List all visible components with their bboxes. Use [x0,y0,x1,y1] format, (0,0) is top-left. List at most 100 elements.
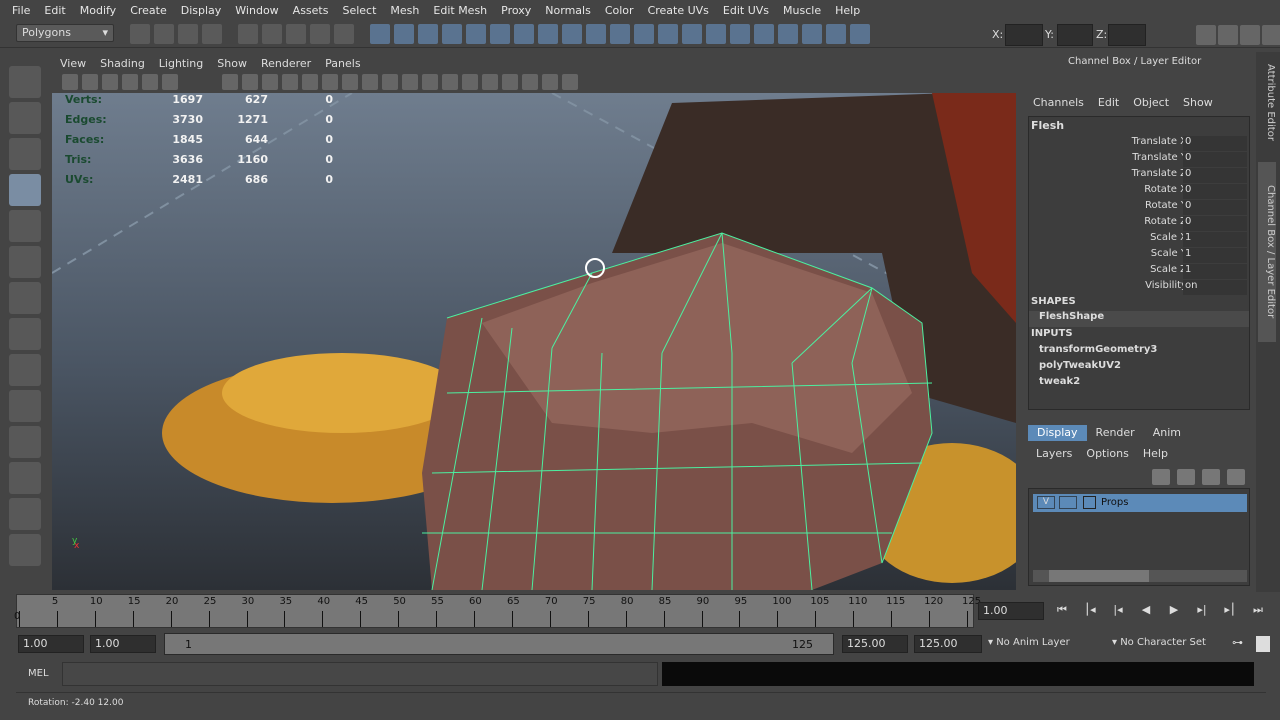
menu-assets[interactable]: Assets [293,4,329,17]
status-tool-icon[interactable] [442,24,462,44]
menu-display[interactable]: Display [181,4,222,17]
channel-attr-scale-z[interactable]: Scale Z1 [1029,264,1249,280]
select-tool-icon[interactable] [9,66,41,98]
x-field[interactable] [1005,24,1043,46]
menu-set-dropdown[interactable]: Polygons ▾ [16,24,114,42]
layout-outliner-icon[interactable] [9,498,41,530]
viewport[interactable]: xy Verts: 1697 627 0 Edges: 3730 1271 0 Faces: 18… [52,93,1016,590]
panel-menu-show[interactable]: Show [217,57,247,70]
panel-toolbar-icon[interactable] [302,74,318,90]
panel-toolbar-icon[interactable] [342,74,358,90]
panel-toolbar-icon[interactable] [442,74,458,90]
channel-attr-translate-y[interactable]: Translate Y0 [1029,152,1249,168]
panel-layout-icon[interactable] [1240,25,1260,45]
status-tool-icon[interactable] [514,24,534,44]
y-field[interactable] [1057,24,1093,46]
menu-normals[interactable]: Normals [545,4,591,17]
auto-key-icon[interactable]: ⊶ [1232,636,1243,649]
current-time-field[interactable]: 1.00 [978,602,1044,620]
status-tool-icon[interactable] [490,24,510,44]
status-tool-icon[interactable] [202,24,222,44]
panel-toolbar-icon[interactable] [122,74,138,90]
status-tool-icon[interactable] [370,24,390,44]
play-forward-icon[interactable]: ▶ [1165,603,1183,621]
command-language-label[interactable]: MEL [28,668,49,679]
menu-file[interactable]: File [12,4,30,17]
playback-start-field[interactable]: 1.00 [90,635,156,653]
panel-toolbar-icon[interactable] [142,74,158,90]
input-node[interactable]: transformGeometry3 [1039,344,1157,355]
attr-value[interactable]: 1 [1183,232,1247,247]
panel-toolbar-icon[interactable] [282,74,298,90]
show-manip-icon[interactable] [9,354,41,386]
attr-value[interactable]: 0 [1183,136,1247,151]
status-tool-icon[interactable] [238,24,258,44]
status-tool-icon[interactable] [562,24,582,44]
step-forward-key-icon[interactable]: ▸⎮ [1221,603,1239,621]
menu-edit-uvs[interactable]: Edit UVs [723,4,769,17]
status-tool-icon[interactable] [418,24,438,44]
play-backward-icon[interactable]: ◀ [1137,603,1155,621]
channel-menu-channels[interactable]: Channels [1033,96,1084,109]
menu-proxy[interactable]: Proxy [501,4,531,17]
status-tool-icon[interactable] [826,24,846,44]
status-tool-icon[interactable] [154,24,174,44]
menu-mesh[interactable]: Mesh [390,4,419,17]
panel-toolbar-icon[interactable] [502,74,518,90]
layer-tab-display[interactable]: Display [1028,425,1087,441]
character-set-dropdown[interactable]: ▾ No Character Set [1112,637,1206,648]
panel-toolbar-icon[interactable] [242,74,258,90]
layer-tab-anim[interactable]: Anim [1144,425,1190,441]
channel-menu-edit[interactable]: Edit [1098,96,1119,109]
panel-toolbar-icon[interactable] [102,74,118,90]
channel-attr-rotate-x[interactable]: Rotate X0 [1029,184,1249,200]
panel-toolbar-icon[interactable] [222,74,238,90]
scale-tool-icon[interactable] [9,246,41,278]
lasso-tool-icon[interactable] [9,102,41,134]
attr-value[interactable]: 0 [1183,184,1247,199]
panel-toolbar-icon[interactable] [422,74,438,90]
panel-toolbar-icon[interactable] [162,74,178,90]
input-node[interactable]: tweak2 [1039,376,1080,387]
channel-attr-rotate-z[interactable]: Rotate Z0 [1029,216,1249,232]
step-back-key-icon[interactable]: ⎮◂ [1081,603,1099,621]
attr-value[interactable]: 0 [1183,152,1247,167]
panel-menu-view[interactable]: View [60,57,86,70]
step-forward-frame-icon[interactable]: ▸| [1193,603,1211,621]
status-tool-icon[interactable] [586,24,606,44]
panel-menu-renderer[interactable]: Renderer [261,57,311,70]
channel-menu-show[interactable]: Show [1183,96,1213,109]
status-tool-icon[interactable] [706,24,726,44]
channel-attr-translate-z[interactable]: Translate Z0 [1029,168,1249,184]
menu-create[interactable]: Create [130,4,167,17]
status-tool-icon[interactable] [394,24,414,44]
layer-menu-layers[interactable]: Layers [1036,447,1072,460]
status-tool-icon[interactable] [682,24,702,44]
panel-toolbar-icon[interactable] [482,74,498,90]
layer-playback-toggle[interactable] [1059,496,1077,509]
step-back-frame-icon[interactable]: |◂ [1109,603,1127,621]
attr-value[interactable]: on [1183,280,1247,295]
layer-scrollbar[interactable] [1033,570,1247,582]
panel-toolbar-icon[interactable] [262,74,278,90]
menu-color[interactable]: Color [605,4,634,17]
shape-node[interactable]: FleshShape [1029,311,1249,327]
panel-toolbar-icon[interactable] [522,74,538,90]
status-tool-icon[interactable] [634,24,654,44]
time-slider[interactable]: 0 5 10 15 20 25 30 35 40 45 50 55 60 65 70 75 80 85 90 95 10… [14,594,981,628]
go-to-end-icon[interactable]: ⏭ [1249,603,1267,621]
status-tool-icon[interactable] [130,24,150,44]
panel-toolbar-icon[interactable] [382,74,398,90]
panel-menu-lighting[interactable]: Lighting [159,57,203,70]
status-tool-icon[interactable] [850,24,870,44]
layer-row-props[interactable]: V Props [1033,494,1247,512]
menu-window[interactable]: Window [235,4,278,17]
end-time-field[interactable]: 125.00 [914,635,982,653]
status-tool-icon[interactable] [286,24,306,44]
go-to-start-icon[interactable]: ⏮ [1053,603,1071,621]
panel-layout-icon[interactable] [1262,25,1280,45]
tab-attribute-editor[interactable]: Attribute Editor [1258,62,1276,142]
range-slider[interactable]: 1 125 [164,633,834,655]
layer-menu-options[interactable]: Options [1086,447,1128,460]
channel-attr-translate-x[interactable]: Translate X0 [1029,136,1249,152]
